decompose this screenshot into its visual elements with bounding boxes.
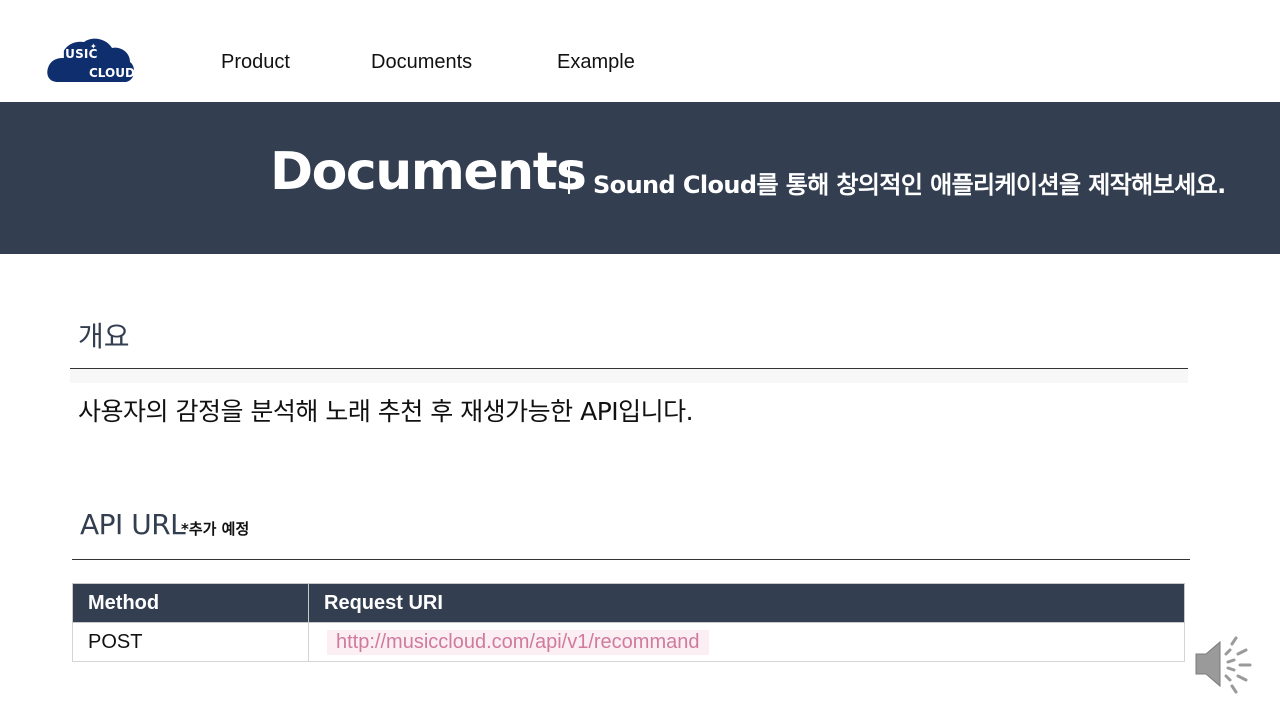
method-cell: POST bbox=[72, 622, 309, 662]
title-separator bbox=[568, 166, 570, 194]
uri-cell: http://musiccloud.com/api/v1/recommand bbox=[308, 622, 1185, 662]
overview-heading: 개요 bbox=[78, 320, 130, 353]
api-url-divider bbox=[72, 559, 1190, 560]
speaker-icon[interactable] bbox=[1192, 632, 1256, 696]
page-banner: Documents Sound Cloud를 통해 창의적인 애플리케이션을 제… bbox=[0, 102, 1280, 254]
nav-product-link[interactable]: Product bbox=[221, 51, 290, 74]
top-nav: MUSIC ✦ CLOUD Product Documents Example bbox=[0, 0, 1280, 102]
request-uri-link[interactable]: http://musiccloud.com/api/v1/recommand bbox=[327, 629, 709, 655]
page-subtitle: Sound Cloud를 통해 창의적인 애플리케이션을 제작해보세요. bbox=[593, 171, 1226, 199]
nav-documents-link[interactable]: Documents bbox=[371, 51, 472, 74]
api-url-heading: API URL bbox=[80, 508, 186, 541]
api-url-note: *추가 예정 bbox=[181, 520, 250, 538]
page-title: Documents bbox=[270, 142, 587, 202]
nav-example-link[interactable]: Example bbox=[557, 51, 635, 74]
header-method: Method bbox=[72, 583, 309, 623]
logo-star-icon: ✦ bbox=[90, 42, 97, 51]
table-row: POST http://musiccloud.com/api/v1/recomm… bbox=[72, 622, 1185, 662]
table-header-row: Method Request URI bbox=[72, 583, 1185, 623]
overview-divider-shade bbox=[70, 369, 1188, 383]
header-request-uri: Request URI bbox=[308, 583, 1185, 623]
api-table: Method Request URI POST http://musicclou… bbox=[72, 583, 1185, 662]
overview-description: 사용자의 감정을 분석해 노래 추천 후 재생가능한 API입니다. bbox=[78, 397, 694, 426]
logo-text-cloud: CLOUD bbox=[89, 66, 135, 80]
music-cloud-logo[interactable]: MUSIC ✦ CLOUD bbox=[46, 36, 136, 84]
